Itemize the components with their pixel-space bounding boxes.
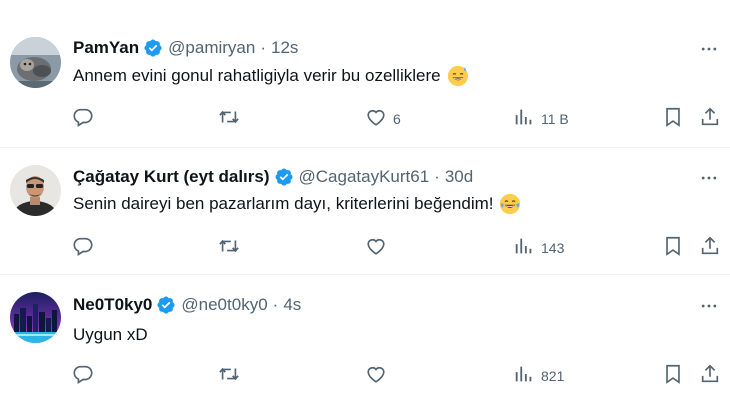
retweet-button[interactable] [218,364,246,388]
display-name[interactable]: Ne0T0ky0 [73,295,152,315]
tweet-actions: 143 [0,236,730,260]
reply-button[interactable] [72,236,100,260]
verified-badge-icon [156,295,176,315]
display-name[interactable]: Çağatay Kurt (eyt dalırs) [73,167,270,187]
tweet-header: Ne0T0ky0 @ne0t0ky0 · 4s [73,293,301,317]
tweet-actions: 6 11 B [0,107,730,131]
retweet-button[interactable] [218,107,246,131]
tweet-text: Uygun xD [73,325,148,344]
bookmark-button[interactable] [662,107,684,131]
avatar[interactable] [10,165,61,216]
timestamp[interactable]: 4s [283,295,301,315]
bookmark-button[interactable] [662,236,684,260]
like-icon [365,363,387,390]
tweet-text: Senin daireyi ben pazarlarım dayı, krite… [73,194,494,213]
views-count: 821 [541,368,565,384]
reply-icon [72,363,94,390]
views-count: 143 [541,240,565,256]
separator: · [260,38,267,57]
bookmark-button[interactable] [662,364,684,388]
more-icon[interactable] [698,167,720,189]
tweet-text: Annem evini gonul rahatligiyla verir bu … [73,66,441,85]
bookmark-icon [662,363,684,390]
views-button[interactable]: 143 [513,236,564,260]
share-button[interactable] [699,364,721,388]
tweet[interactable]: Çağatay Kurt (eyt dalırs) @CagatayKurt61… [0,148,730,275]
like-button[interactable] [365,364,393,388]
tweet-header: PamYan @pamiryan · 12s [73,36,298,60]
like-icon [365,106,387,133]
reply-button[interactable] [72,107,100,131]
reply-button[interactable] [72,364,100,388]
display-name[interactable]: PamYan [73,38,139,58]
tweet-text-row: Uygun xD [73,325,148,345]
tweet-actions: 821 [0,364,730,388]
views-count: 11 B [541,111,569,127]
retweet-icon [218,235,240,262]
tweet-text-row: Senin daireyi ben pazarlarım dayı, krite… [73,193,521,215]
views-button[interactable]: 821 [513,364,564,388]
more-icon[interactable] [698,38,720,60]
timestamp[interactable]: 30d [445,167,473,187]
timestamp[interactable]: 12s [271,38,298,58]
separator: · [434,167,440,186]
views-icon [513,235,535,262]
avatar[interactable] [10,292,61,343]
bookmark-icon [662,106,684,133]
reply-icon [72,235,94,262]
tweet[interactable]: PamYan @pamiryan · 12s Annem evini gonul… [0,0,730,148]
like-button[interactable] [365,236,393,260]
share-icon [699,235,721,262]
tweet-text-row: Annem evini gonul rahatligiyla verir bu … [73,65,469,87]
retweet-icon [218,363,240,390]
views-icon [513,106,535,133]
reply-icon [72,106,94,133]
retweet-button[interactable] [218,236,246,260]
like-count: 6 [393,111,401,127]
retweet-icon [218,106,240,133]
sweat-smile-emoji [447,65,469,87]
like-icon [365,235,387,262]
share-icon [699,363,721,390]
handle[interactable]: @pamiryan [168,38,255,58]
more-icon[interactable] [698,295,720,317]
tweet[interactable]: Ne0T0ky0 @ne0t0ky0 · 4s Uygun xD 821 [0,275,730,420]
tears-of-joy-emoji [499,193,521,215]
avatar[interactable] [10,37,61,88]
views-icon [513,363,535,390]
tweet-header: Çağatay Kurt (eyt dalırs) @CagatayKurt61… [73,165,473,189]
share-button[interactable] [699,107,721,131]
bookmark-icon [662,235,684,262]
handle[interactable]: @CagatayKurt61 [299,167,430,187]
views-button[interactable]: 11 B [513,107,569,131]
like-button[interactable]: 6 [365,107,401,131]
verified-badge-icon [274,167,294,187]
share-icon [699,106,721,133]
handle[interactable]: @ne0t0ky0 [181,295,267,315]
separator: · [272,295,279,314]
verified-badge-icon [143,38,163,58]
share-button[interactable] [699,236,721,260]
